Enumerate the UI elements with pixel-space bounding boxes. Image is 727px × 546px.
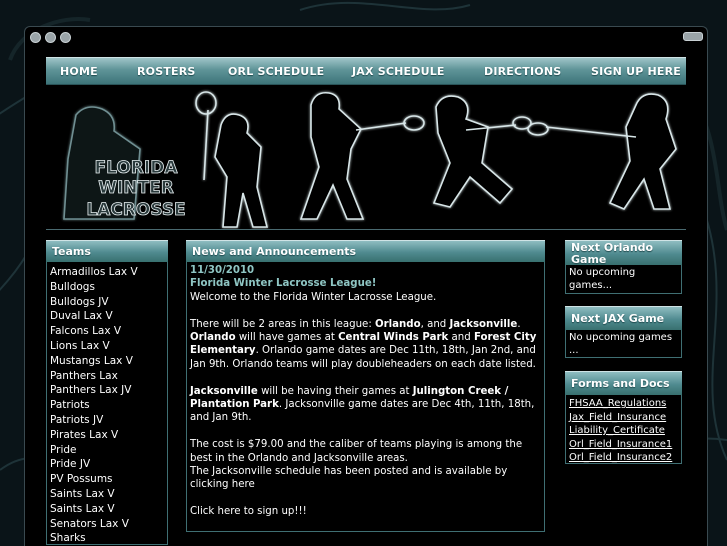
team-item[interactable]: Patriots: [50, 398, 167, 413]
window-dot-icon[interactable]: [60, 32, 71, 43]
team-item[interactable]: Duval Lax V: [50, 309, 167, 324]
nav-orl-schedule[interactable]: ORL SCHEDULE: [228, 65, 324, 78]
team-item[interactable]: Patriots JV: [50, 413, 167, 428]
team-item[interactable]: Lions Lax V: [50, 339, 167, 354]
team-item[interactable]: Senators Lax V: [50, 517, 167, 532]
window-dot-icon[interactable]: [45, 32, 56, 43]
news-welcome: Welcome to the Florida Winter Lacrosse L…: [190, 291, 437, 303]
nav-directions[interactable]: DIRECTIONS: [484, 65, 561, 78]
team-item[interactable]: Panthers Lax: [50, 369, 167, 384]
team-item[interactable]: Pirates Lax V: [50, 428, 167, 443]
form-doc-link[interactable]: Jax_Field_Insurance: [569, 411, 678, 425]
logo-winter: WINTER: [98, 178, 174, 198]
header-banner: FLORIDA WINTER LACROSSE: [46, 85, 686, 230]
nav-jax-schedule[interactable]: JAX SCHEDULE: [352, 65, 445, 78]
news-signup-link[interactable]: Click here to sign up!!!: [190, 505, 541, 518]
news-date: 11/30/2010: [190, 265, 255, 276]
news-heading: News and Announcements: [186, 240, 545, 262]
form-doc-link[interactable]: Orl_Field_Insurance2: [569, 451, 678, 465]
form-doc-link[interactable]: Liability_Certificate: [569, 424, 678, 438]
lacrosse-players-illustration: FLORIDA WINTER LACROSSE: [63, 91, 677, 228]
logo-lacrosse: LACROSSE: [86, 200, 185, 220]
news-paragraph-areas: There will be 2 areas in this league: Or…: [190, 318, 537, 370]
news-jax-schedule-link[interactable]: The Jacksonville schedule has been poste…: [190, 465, 541, 492]
team-item[interactable]: Sharks: [50, 531, 167, 546]
next-jax-text: No upcoming games ...: [565, 330, 682, 358]
next-jax-heading: Next JAX Game: [565, 306, 682, 330]
window-dot-icon[interactable]: [30, 32, 41, 43]
team-item[interactable]: Saints Lax V: [50, 502, 167, 517]
form-doc-link[interactable]: Orl_Field_Insurance1: [569, 438, 678, 452]
news-paragraph-jacksonville: Jacksonville will be having their games …: [190, 385, 535, 424]
team-item[interactable]: Pride JV: [50, 457, 167, 472]
team-item[interactable]: Saints Lax V: [50, 487, 167, 502]
team-item[interactable]: Armadillos Lax V: [50, 265, 167, 280]
next-orlando-text: No upcoming games...: [565, 265, 682, 294]
news-title[interactable]: Florida Winter Lacrosse League!: [190, 277, 541, 290]
nav-rosters[interactable]: ROSTERS: [137, 65, 196, 78]
team-item[interactable]: Panthers Lax JV: [50, 383, 167, 398]
form-doc-link[interactable]: FHSAA_Regulations: [569, 397, 678, 411]
teams-list: Armadillos Lax V Bulldogs Bulldogs JV Duval…: [46, 262, 168, 545]
news-panel: 11/30/2010 Florida Winter Lacrosse Leagu…: [186, 262, 545, 532]
next-orlando-heading: Next Orlando Game: [565, 240, 682, 266]
nav-sign-up[interactable]: SIGN UP HERE: [591, 65, 681, 78]
forms-heading: Forms and Docs: [565, 371, 682, 395]
teams-heading: Teams: [46, 240, 168, 262]
forms-list: FHSAA_Regulations Jax_Field_Insurance Liab…: [565, 395, 682, 464]
team-item[interactable]: Mustangs Lax V: [50, 354, 167, 369]
main-nav: HOME ROSTERS ORL SCHEDULE JAX SCHEDULE D…: [46, 57, 686, 85]
nav-home[interactable]: HOME: [60, 65, 98, 78]
team-item[interactable]: Falcons Lax V: [50, 324, 167, 339]
team-item[interactable]: Pride: [50, 443, 167, 458]
window-resize-icon[interactable]: [683, 32, 703, 41]
logo-florida: FLORIDA: [95, 158, 179, 178]
team-item[interactable]: Bulldogs: [50, 280, 167, 295]
news-paragraph-cost: The cost is $79.00 and the caliber of te…: [190, 439, 523, 464]
team-item[interactable]: PV Possums: [50, 472, 167, 487]
team-item[interactable]: Bulldogs JV: [50, 295, 167, 310]
